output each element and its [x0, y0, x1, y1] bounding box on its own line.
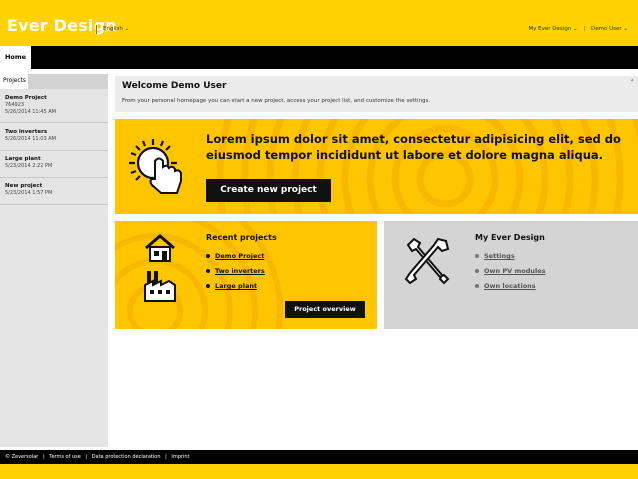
- project-name: Two inverters: [5, 129, 48, 135]
- house-icon: [145, 234, 175, 262]
- sidebar-item-large-plant[interactable]: Large plant 5/23/2014 2:22 PM: [0, 152, 108, 178]
- projects-sidebar: Projects Demo Project 764923 5/26/2014 1…: [0, 74, 108, 447]
- settings-link[interactable]: Settings: [484, 252, 515, 260]
- menu-divider: |: [583, 26, 586, 32]
- recent-projects-list: Demo Project Two inverters Large plant: [206, 249, 265, 294]
- welcome-description: From your personal homepage you can star…: [122, 98, 431, 104]
- my-ever-design-menu[interactable]: My Ever Design ⌄: [528, 26, 577, 32]
- user-menu[interactable]: Demo User ⌄: [591, 26, 628, 32]
- privacy-link[interactable]: Data protection declaration: [92, 454, 161, 460]
- project-date: 5/26/2014 11:45 AM: [5, 109, 56, 115]
- footer-divider: |: [85, 454, 88, 460]
- footer-divider: |: [42, 454, 45, 460]
- bullet-icon: [475, 269, 479, 273]
- my-ever-design-title: My Ever Design: [475, 233, 545, 242]
- list-item: Large plant: [206, 279, 265, 294]
- bullet-icon: [206, 269, 210, 273]
- project-name: Demo Project: [5, 95, 47, 101]
- bullet-icon: [206, 254, 210, 258]
- recent-project-link[interactable]: Two inverters: [215, 267, 265, 275]
- list-item: Two inverters: [206, 264, 265, 279]
- top-header: Ever Design English ⌄ My Ever Design ⌄ |…: [0, 0, 638, 46]
- imprint-link[interactable]: Imprint: [171, 454, 189, 460]
- welcome-panel: Welcome Demo User From your personal hom…: [115, 76, 638, 112]
- hero-message: Lorem ipsum dolor sit amet, consectetur …: [206, 132, 621, 162]
- page-title: Welcome Demo User: [122, 81, 227, 91]
- own-locations-link[interactable]: Own locations: [484, 282, 536, 290]
- account-menus: My Ever Design ⌄ | Demo User ⌄: [528, 25, 628, 34]
- chevron-up-icon[interactable]: ˄: [631, 79, 635, 87]
- sun-touch-icon: [129, 139, 182, 194]
- recent-projects-card: Recent projects Demo Project Two inverte…: [115, 221, 377, 329]
- project-date: 5/23/2014 1:57 PM: [5, 190, 53, 196]
- factory-icon: [144, 271, 176, 302]
- my-ever-design-list: Settings Own PV modules Own locations: [475, 249, 546, 294]
- language-selector[interactable]: English ⌄: [96, 25, 129, 34]
- list-item: Own PV modules: [475, 264, 546, 279]
- bullet-icon: [206, 284, 210, 288]
- recent-project-link[interactable]: Large plant: [215, 282, 257, 290]
- list-item: Demo Project: [206, 249, 265, 264]
- project-date: 5/23/2014 2:22 PM: [5, 163, 53, 169]
- sidebar-item-new-project[interactable]: New project 5/23/2014 1:57 PM: [0, 179, 108, 205]
- project-name: New project: [5, 183, 43, 189]
- list-item: Own locations: [475, 279, 546, 294]
- my-ever-design-card: My Ever Design Settings Own PV modules O…: [384, 221, 638, 329]
- bullet-icon: [475, 284, 479, 288]
- create-new-project-button[interactable]: Create new project: [206, 179, 331, 202]
- footer-divider: |: [165, 454, 167, 460]
- list-item: Settings: [475, 249, 546, 264]
- footer: © Zeversolar | Terms of use | Data prote…: [0, 450, 638, 464]
- tab-projects[interactable]: Projects: [0, 74, 28, 89]
- copyright: © Zeversolar: [5, 454, 39, 460]
- terms-link[interactable]: Terms of use: [49, 454, 81, 460]
- sidebar-item-two-inverters[interactable]: Two inverters 5/26/2014 11:03 AM: [0, 125, 108, 151]
- project-id: 764923: [5, 102, 25, 108]
- sidebar-tab-strip: [28, 74, 108, 89]
- sidebar-item-demo-project[interactable]: Demo Project 764923 5/26/2014 11:45 AM: [0, 92, 108, 123]
- project-date: 5/26/2014 11:03 AM: [5, 136, 56, 142]
- own-pv-modules-link[interactable]: Own PV modules: [484, 267, 546, 275]
- project-overview-button[interactable]: Project overview: [285, 301, 365, 318]
- recent-project-link[interactable]: Demo Project: [215, 252, 264, 260]
- hero-banner: Lorem ipsum dolor sit amet, consectetur …: [115, 119, 638, 214]
- tools-icon: [404, 237, 450, 285]
- main-nav: Home: [0, 46, 638, 69]
- recent-projects-title: Recent projects: [206, 233, 277, 242]
- project-name: Large plant: [5, 156, 41, 162]
- footer-stripe: [0, 464, 638, 479]
- tab-home[interactable]: Home: [0, 46, 31, 69]
- bullet-icon: [475, 254, 479, 258]
